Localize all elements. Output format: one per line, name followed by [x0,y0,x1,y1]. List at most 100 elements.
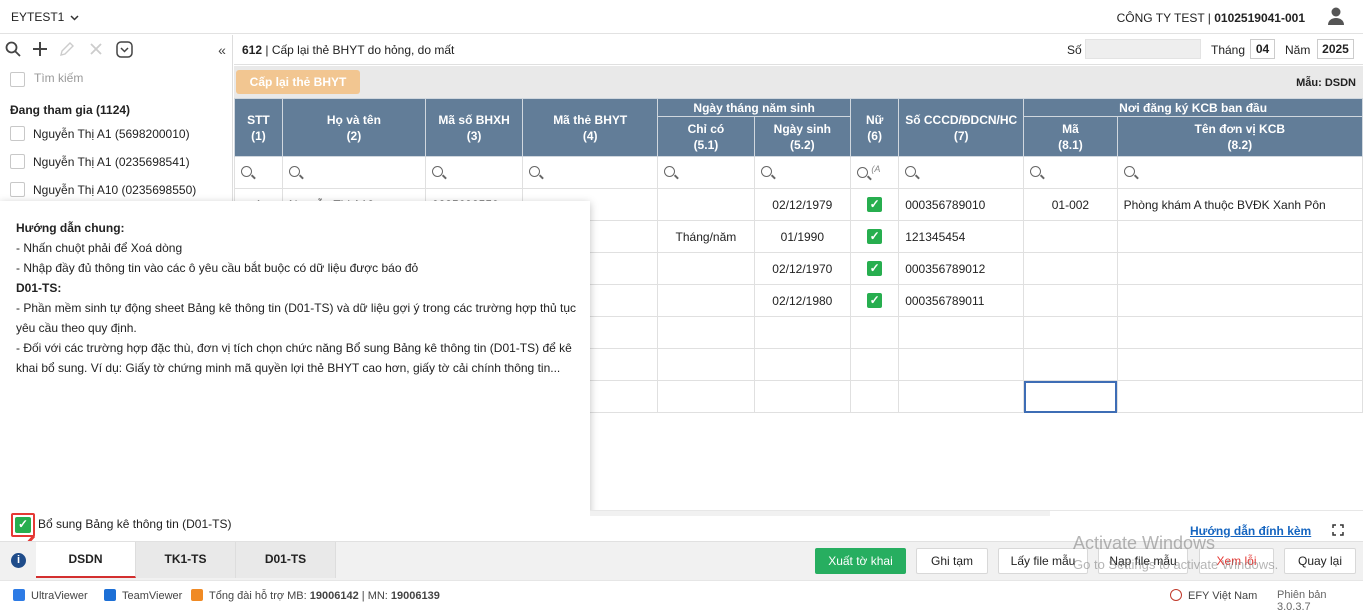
cell-ngay-sinh[interactable]: 02/12/1980 [753,284,852,317]
sidebar-employee-item[interactable]: Nguyễn Thị A1 (5698200010) [0,120,232,148]
cell-ma-kcb[interactable] [1023,348,1118,381]
so-input[interactable] [1085,39,1201,59]
cell-cccd[interactable] [898,380,1025,413]
employee-checkbox[interactable] [10,154,25,169]
cell-chi-co[interactable] [657,252,755,285]
employee-checkbox[interactable] [10,182,25,197]
teamviewer-label: TeamViewer [122,590,183,602]
cell-ten-kcb[interactable] [1116,284,1363,317]
employee-label: Nguyễn Thị A10 (0235698550) [33,183,197,197]
cell-ma-kcb[interactable] [1023,252,1118,285]
edit-icon[interactable] [58,41,76,59]
supplement-d01-checkbox[interactable]: ✓ [11,513,35,537]
user-icon[interactable] [1326,6,1346,26]
cell-ngay-sinh[interactable] [753,316,852,349]
cell-nu[interactable] [850,348,900,381]
delete-icon[interactable] [87,41,105,59]
filter-cell[interactable] [281,156,426,189]
cell-cccd[interactable]: 121345454 [898,220,1025,253]
tab-dsdn[interactable]: DSDN [36,542,136,578]
cell-chi-co[interactable] [657,348,755,381]
cell-cccd[interactable] [898,316,1025,349]
cell-chi-co[interactable] [657,316,755,349]
info-icon[interactable]: i [11,553,26,568]
back-button[interactable]: Quay lại [1284,548,1356,574]
cell-chi-co[interactable] [657,188,755,221]
document-header: 612 | Cấp lại thẻ BHYT do hỏng, do mất S… [234,35,1363,65]
col-header-ngay-sinh: Ngày sinh (5.2) [753,116,852,157]
ultraviewer-icon [13,589,25,601]
cell-ma-kcb[interactable]: 01-002 [1023,188,1118,221]
cell-ngay-sinh[interactable] [753,380,852,413]
cell-ten-kcb[interactable] [1116,348,1363,381]
cell-nu[interactable] [850,316,900,349]
cell-cccd[interactable]: 000356789012 [898,252,1025,285]
export-declaration-button[interactable]: Xuất tờ khai [815,548,906,574]
cell-ngay-sinh[interactable]: 02/12/1970 [753,252,852,285]
cell-ngay-sinh[interactable]: 01/1990 [753,220,852,253]
cell-ma-kcb[interactable] [1023,284,1118,317]
efy-logo-icon [1170,589,1182,601]
search-icon [664,165,676,177]
version-label: Phiên bản 3.0.3.7 [1277,589,1327,613]
company-selector[interactable]: EYTEST1 [11,10,79,24]
thang-input[interactable]: 04 [1250,39,1275,59]
tab-tk1-ts[interactable]: TK1-TS [136,542,236,578]
sidebar-search-input[interactable]: Tìm kiếm [34,71,83,85]
cell-nu[interactable]: ✓ [850,220,900,253]
cell-cccd[interactable]: 000356789010 [898,188,1025,221]
filter-cell[interactable] [657,156,755,189]
cell-ngay-sinh[interactable]: 02/12/1979 [753,188,852,221]
teamviewer-link[interactable]: TeamViewer [104,589,182,602]
tab-d01-ts[interactable]: D01-TS [236,542,336,578]
reissue-card-button[interactable]: Cấp lại thẻ BHYT [236,70,360,94]
filter-cell[interactable]: (A [850,156,900,189]
filter-cell[interactable] [898,156,1025,189]
fullscreen-icon[interactable] [1332,524,1344,536]
cell-ma-kcb[interactable] [1023,220,1118,253]
header-number: (3) [466,128,482,143]
cell-nu[interactable] [850,380,900,413]
cell-ma-kcb[interactable] [1023,380,1118,413]
cell-nu[interactable]: ✓ [850,252,900,285]
ultraviewer-link[interactable]: UltraViewer [13,589,88,602]
cell-nu[interactable]: ✓ [850,284,900,317]
sidebar-employee-item[interactable]: Nguyễn Thị A1 (0235698541) [0,148,232,176]
filter-cell[interactable] [522,156,659,189]
dropdown-circle-icon[interactable] [115,41,133,59]
header-number: (1) [251,128,266,143]
col-header-ten-kcb: Tên đơn vị KCB (8.2) [1116,116,1363,157]
add-icon[interactable] [31,41,49,59]
cell-chi-co[interactable] [657,284,755,317]
horizontal-scrollbar[interactable] [590,511,1050,516]
select-all-checkbox[interactable] [10,72,25,87]
cell-ma-kcb[interactable] [1023,316,1118,349]
cell-nu[interactable]: ✓ [850,188,900,221]
search-icon[interactable] [4,41,22,59]
sidebar-toolbar: « [0,35,233,65]
cell-ngay-sinh[interactable] [753,348,852,381]
filter-cell[interactable] [234,156,283,189]
cell-chi-co[interactable] [657,380,755,413]
save-draft-button[interactable]: Ghi tạm [916,548,988,574]
nam-input[interactable]: 2025 [1317,39,1354,59]
collapse-sidebar-icon[interactable]: « [213,41,231,59]
filter-cell[interactable] [1023,156,1118,189]
sidebar-employee-item[interactable]: Nguyễn Thị A10 (0235698550) [0,176,232,204]
filter-cell[interactable] [424,156,524,189]
filter-cell[interactable] [1116,156,1363,189]
cell-cccd[interactable] [898,348,1025,381]
cell-ten-kcb[interactable] [1116,316,1363,349]
cell-ten-kcb[interactable]: Phòng khám A thuộc BVĐK Xanh Pôn [1116,188,1363,221]
filter-cell[interactable] [753,156,852,189]
cell-cccd[interactable]: 000356789011 [898,284,1025,317]
thang-label: Tháng [1211,43,1246,57]
cell-chi-co[interactable]: Tháng/năm [657,220,755,253]
cell-ten-kcb[interactable] [1116,380,1363,413]
cell-ten-kcb[interactable] [1116,220,1363,253]
guide-d01-title: D01-TS: [16,281,62,295]
company-selector-label: EYTEST1 [11,10,65,24]
top-bar: EYTEST1 CÔNG TY TEST | 0102519041-001 [0,0,1363,34]
employee-checkbox[interactable] [10,126,25,141]
cell-ten-kcb[interactable] [1116,252,1363,285]
